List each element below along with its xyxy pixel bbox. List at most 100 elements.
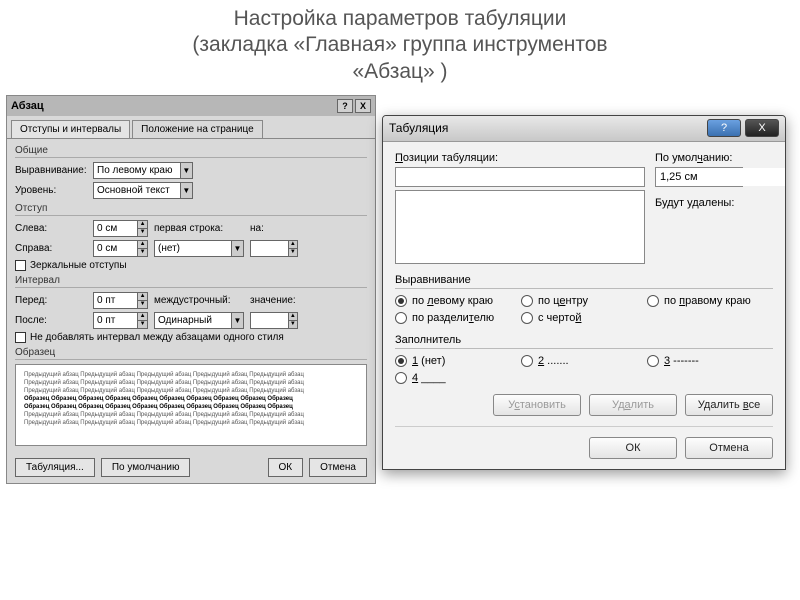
cleared-tabs-label: Будут удалены: — [655, 197, 773, 209]
align-left-label: по левому краю — [412, 295, 493, 307]
chevron-down-icon[interactable]: ▼ — [231, 241, 243, 256]
spacing-group: Интервал — [15, 275, 367, 288]
leader-dashes-label: 3 ------- — [664, 355, 699, 367]
first-line-label: первая строка: — [154, 223, 244, 234]
dont-add-space-label: Не добавлять интервал между абзацами одн… — [30, 332, 284, 343]
chevron-down-icon[interactable]: ▼ — [180, 183, 192, 198]
align-center-radio[interactable] — [521, 295, 533, 307]
alignment-group: Выравнивание — [395, 274, 773, 289]
line-spacing-label: междустрочный: — [154, 295, 244, 306]
outline-level-label: Уровень: — [15, 185, 93, 196]
close-button[interactable]: X — [745, 119, 779, 137]
outline-level-value[interactable] — [94, 183, 180, 198]
mirror-indents-label: Зеркальные отступы — [30, 260, 127, 271]
indent-group: Отступ — [15, 203, 367, 216]
indent-right-spin[interactable]: ▲▼ — [93, 240, 148, 257]
alignment-label: Выравнивание: — [15, 165, 93, 176]
preview-faint: Предыдущий абзац Предыдущий абзац Предыд… — [24, 387, 358, 395]
line-spacing-combo[interactable]: ▼ — [154, 312, 244, 329]
tabs-dialog: Табуляция ? X ППозиции табуляции:озиции … — [382, 115, 786, 470]
line-spacing-at-label: значение: — [250, 295, 300, 306]
indent-left-value[interactable] — [94, 221, 137, 236]
slide-title-line1: Настройка параметров табуляции — [0, 6, 800, 32]
space-before-spin[interactable]: ▲▼ — [93, 292, 148, 309]
align-decimal-radio[interactable] — [395, 312, 407, 324]
default-button[interactable]: По умолчанию — [101, 458, 191, 477]
align-bar-radio[interactable] — [521, 312, 533, 324]
dont-add-space-checkbox[interactable] — [15, 332, 26, 343]
slide-title-line2: (закладка «Главная» группа инструментов — [0, 32, 800, 58]
general-group: Общие — [15, 145, 367, 158]
indent-left-spin[interactable]: ▲▼ — [93, 220, 148, 237]
alignment-combo[interactable]: ▼ — [93, 162, 193, 179]
leader-none-radio[interactable] — [395, 355, 407, 367]
line-spacing-value[interactable] — [155, 313, 231, 328]
first-line-by-value[interactable] — [251, 241, 288, 256]
first-line-combo[interactable]: ▼ — [154, 240, 244, 257]
preview-bold: Образец Образец Образец Образец Образец … — [24, 403, 358, 411]
paragraph-dialog: Абзац ? X Отступы и интервалы Положение … — [6, 95, 376, 484]
cancel-button[interactable]: Отмена — [309, 458, 367, 477]
indent-right-value[interactable] — [94, 241, 137, 256]
preview-faint: Предыдущий абзац Предыдущий абзац Предыд… — [24, 419, 358, 427]
default-tab-label: По умолчанию: — [655, 152, 773, 164]
default-tab-value[interactable] — [656, 168, 786, 186]
preview-faint: Предыдущий абзац Предыдущий абзац Предыд… — [24, 411, 358, 419]
mirror-indents-checkbox[interactable] — [15, 260, 26, 271]
align-center-label: по центру — [538, 295, 588, 307]
ok-button[interactable]: ОК — [268, 458, 304, 477]
slide-title-line3: «Абзац» ) — [0, 59, 800, 85]
tab-positions-listbox[interactable] — [395, 190, 645, 264]
align-decimal-label: по разделителю — [412, 312, 494, 324]
leader-line-label: 4 ____ — [412, 372, 446, 384]
cancel-button[interactable]: Отмена — [685, 437, 773, 459]
align-right-radio[interactable] — [647, 295, 659, 307]
tabs-dialog-title: Табуляция — [389, 121, 448, 135]
paragraph-dialog-title: Абзац — [11, 100, 44, 112]
leader-group: Заполнитель — [395, 334, 773, 349]
space-after-spin[interactable]: ▲▼ — [93, 312, 148, 329]
tab-indents-spacing[interactable]: Отступы и интервалы — [11, 120, 130, 138]
align-left-radio[interactable] — [395, 295, 407, 307]
indent-right-label: Справа: — [15, 243, 93, 254]
tab-line-page-breaks[interactable]: Положение на странице — [132, 120, 262, 138]
close-button[interactable]: X — [355, 99, 371, 113]
leader-none-label: 1 (нет) — [412, 355, 445, 367]
leader-dots-radio[interactable] — [521, 355, 533, 367]
leader-dashes-radio[interactable] — [647, 355, 659, 367]
align-right-label: по правому краю — [664, 295, 751, 307]
preview-group: Образец — [15, 347, 367, 360]
align-bar-label: с чертой — [538, 312, 581, 324]
leader-line-radio[interactable] — [395, 372, 407, 384]
chevron-down-icon[interactable]: ▼ — [231, 313, 243, 328]
tab-positions-label: ППозиции табуляции:озиции табуляции: — [395, 152, 645, 164]
space-after-value[interactable] — [94, 313, 137, 328]
preview-bold: Образец Образец Образец Образец Образец … — [24, 395, 358, 403]
first-line-by-spin[interactable]: ▲▼ — [250, 240, 298, 257]
set-button[interactable]: Установить — [493, 394, 581, 416]
ok-button[interactable]: ОК — [589, 437, 677, 459]
default-tab-spin[interactable]: ▲▼ — [655, 167, 743, 187]
preview-faint: Предыдущий абзац Предыдущий абзац Предыд… — [24, 371, 358, 379]
first-line-value[interactable] — [155, 241, 231, 256]
tabs-button[interactable]: Табуляция... — [15, 458, 95, 477]
clear-button[interactable]: Удалить — [589, 394, 677, 416]
outline-level-combo[interactable]: ▼ — [93, 182, 193, 199]
indent-left-label: Слева: — [15, 223, 93, 234]
preview-box: Предыдущий абзац Предыдущий абзац Предыд… — [15, 364, 367, 446]
line-spacing-at-spin[interactable]: ▲▼ — [250, 312, 298, 329]
space-after-label: После: — [15, 315, 93, 326]
alignment-value[interactable] — [94, 163, 180, 178]
leader-dots-label: 2 ....... — [538, 355, 569, 367]
line-spacing-at-value[interactable] — [251, 313, 288, 328]
help-button[interactable]: ? — [337, 99, 353, 113]
preview-faint: Предыдущий абзац Предыдущий абзац Предыд… — [24, 379, 358, 387]
clear-all-button[interactable]: Удалить все — [685, 394, 773, 416]
first-line-by-label: на: — [250, 223, 280, 234]
slide-title: Настройка параметров табуляции (закладка… — [0, 0, 800, 95]
space-before-label: Перед: — [15, 295, 93, 306]
help-button[interactable]: ? — [707, 119, 741, 137]
chevron-down-icon[interactable]: ▼ — [180, 163, 192, 178]
space-before-value[interactable] — [94, 293, 137, 308]
tab-position-input[interactable] — [395, 167, 645, 187]
